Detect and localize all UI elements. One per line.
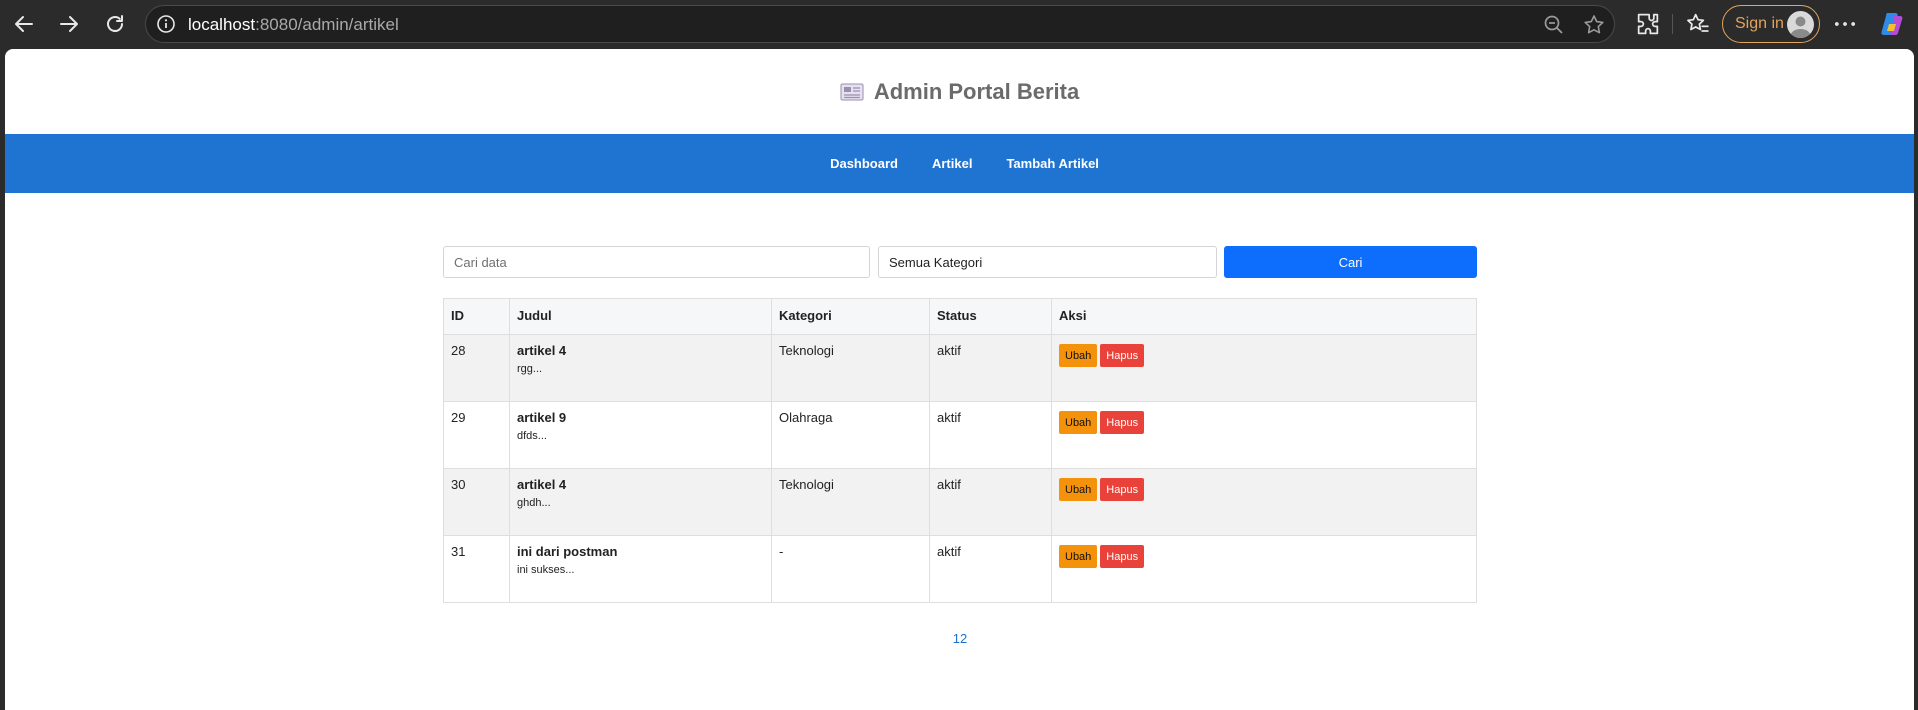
site-header: Admin Portal Berita	[5, 49, 1914, 134]
toolbar-divider	[1672, 14, 1673, 34]
table-row: 28 artikel 4 rgg... Teknologi aktif Ubah…	[443, 334, 1477, 402]
table-row: 29 artikel 9 dfds... Olahraga aktif Ubah…	[443, 401, 1477, 469]
delete-button[interactable]: Hapus	[1100, 478, 1145, 501]
table-row: 31 ini dari postman ini sukses... - akti…	[443, 535, 1477, 603]
column-header-aksi: Aksi	[1051, 298, 1477, 335]
cell-id: 29	[443, 401, 510, 469]
cell-aksi: Ubah Hapus	[1051, 468, 1477, 536]
refresh-icon	[107, 15, 123, 32]
cell-status: aktif	[929, 468, 1052, 536]
column-header-judul: Judul	[509, 298, 772, 335]
cell-kategori: Olahraga	[771, 401, 930, 469]
cell-status: aktif	[929, 401, 1052, 469]
url-path: :8080/admin/artikel	[255, 15, 399, 34]
category-select[interactable]: Semua Kategori	[878, 246, 1217, 278]
favorite-star-icon[interactable]	[1582, 13, 1606, 37]
delete-button[interactable]: Hapus	[1100, 545, 1145, 568]
cell-aksi: Ubah Hapus	[1051, 334, 1477, 402]
nav-dashboard[interactable]: Dashboard	[830, 156, 898, 171]
main-navigation: Dashboard Artikel Tambah Artikel	[5, 134, 1914, 193]
page-title: Admin Portal Berita	[873, 78, 1080, 104]
sign-in-label: Sign in	[1735, 15, 1784, 32]
edit-button[interactable]: Ubah	[1059, 545, 1098, 568]
edit-button[interactable]: Ubah	[1059, 411, 1098, 434]
table-header-row: ID Judul Kategori Status Aksi	[443, 298, 1477, 335]
cell-id: 30	[443, 468, 510, 536]
article-excerpt: ini sukses...	[517, 564, 575, 576]
article-excerpt: dfds...	[517, 430, 547, 442]
reload-button[interactable]	[97, 6, 133, 42]
back-button[interactable]	[6, 6, 42, 42]
cell-kategori: Teknologi	[771, 334, 930, 402]
cell-id: 31	[443, 535, 510, 603]
pagination: 12	[443, 631, 1477, 646]
nav-tambah-artikel[interactable]: Tambah Artikel	[1006, 156, 1098, 171]
favorites-icon[interactable]	[1684, 10, 1712, 38]
cell-kategori: -	[771, 535, 930, 603]
article-title: ini dari postman	[517, 544, 618, 559]
cell-judul: artikel 9 dfds...	[509, 401, 772, 469]
search-input[interactable]	[443, 246, 870, 278]
delete-button[interactable]: Hapus	[1100, 344, 1145, 367]
pagination-links[interactable]: 12	[953, 631, 967, 646]
address-bar[interactable]: localhost:8080/admin/artikel	[145, 5, 1615, 43]
copilot-icon[interactable]	[1878, 10, 1906, 38]
edit-button[interactable]: Ubah	[1059, 478, 1098, 501]
article-title: artikel 4	[517, 343, 567, 358]
cell-judul: artikel 4 rgg...	[509, 334, 772, 402]
info-icon[interactable]	[156, 14, 176, 34]
main-content: Semua Kategori Cari ID Judul Kategori St…	[443, 246, 1477, 646]
cell-judul: artikel 4 ghdh...	[509, 468, 772, 536]
page-viewport: Admin Portal Berita Dashboard Artikel Ta…	[5, 49, 1914, 710]
cell-id: 28	[443, 334, 510, 402]
arrow-left-icon	[15, 16, 33, 32]
zoom-out-icon[interactable]	[1542, 13, 1566, 37]
browser-toolbar: localhost:8080/admin/artikel Sign in	[0, 0, 1918, 48]
newspaper-icon	[840, 83, 864, 100]
article-excerpt: ghdh...	[517, 497, 551, 509]
article-excerpt: rgg...	[517, 363, 543, 375]
cell-judul: ini dari postman ini sukses...	[509, 535, 772, 603]
cell-status: aktif	[929, 535, 1052, 603]
arrow-right-icon	[60, 16, 78, 32]
delete-button[interactable]: Hapus	[1100, 411, 1145, 434]
search-form: Semua Kategori Cari	[443, 246, 1477, 278]
cell-aksi: Ubah Hapus	[1051, 535, 1477, 603]
more-icon[interactable]	[1831, 10, 1859, 38]
table-row: 30 artikel 4 ghdh... Teknologi aktif Uba…	[443, 468, 1477, 536]
column-header-kategori: Kategori	[771, 298, 930, 335]
sign-in-button[interactable]: Sign in	[1722, 5, 1820, 43]
search-button[interactable]: Cari	[1224, 246, 1477, 278]
column-header-status: Status	[929, 298, 1052, 335]
column-header-id: ID	[443, 298, 510, 335]
articles-table: ID Judul Kategori Status Aksi 28 artikel…	[443, 298, 1477, 603]
user-icon	[1790, 16, 1811, 38]
forward-button[interactable]	[51, 6, 87, 42]
cell-status: aktif	[929, 334, 1052, 402]
url-host: localhost	[188, 15, 256, 34]
nav-artikel[interactable]: Artikel	[932, 156, 972, 171]
url-text[interactable]: localhost:8080/admin/artikel	[188, 15, 399, 35]
cell-kategori: Teknologi	[771, 468, 930, 536]
cell-aksi: Ubah Hapus	[1051, 401, 1477, 469]
article-title: artikel 9	[517, 410, 567, 425]
avatar	[1787, 11, 1814, 38]
article-title: artikel 4	[517, 477, 567, 492]
edit-button[interactable]: Ubah	[1059, 344, 1098, 367]
extensions-icon[interactable]	[1634, 10, 1662, 38]
